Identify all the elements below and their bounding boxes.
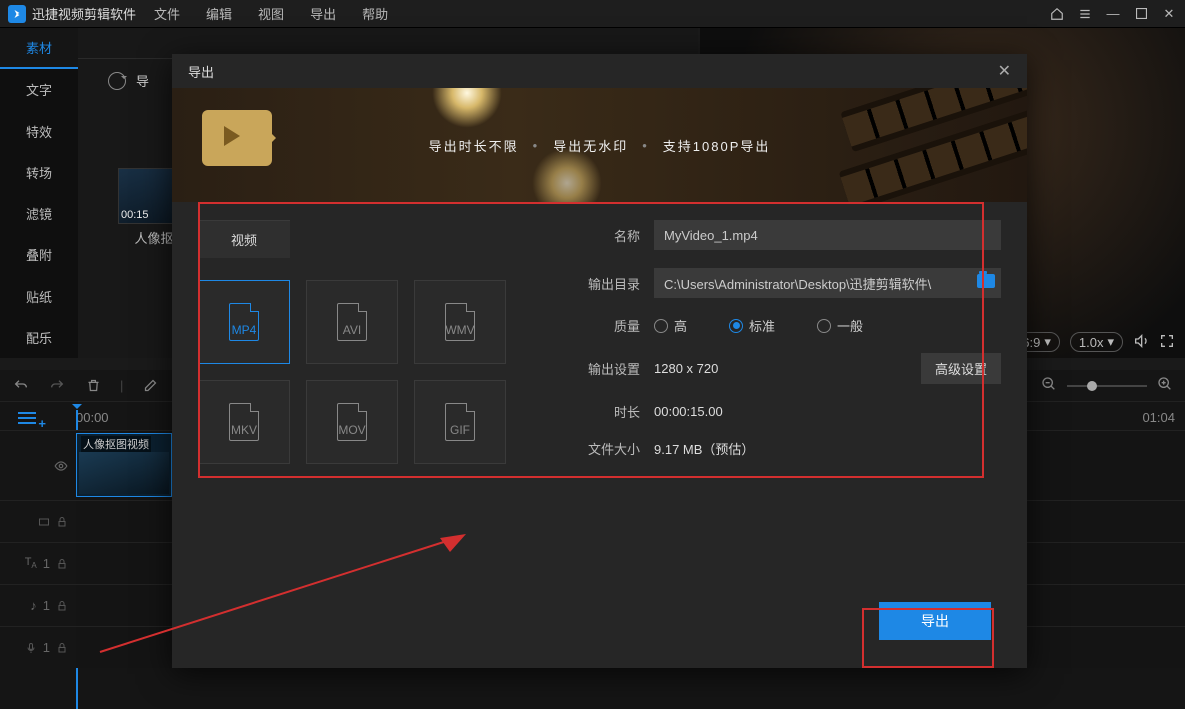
- format-grid: MP4 AVI WMV MKV MOV GIF: [198, 280, 528, 464]
- menu-view[interactable]: 视图: [258, 4, 284, 23]
- zoom-slider[interactable]: [1067, 385, 1147, 387]
- timeline-zoom: [1041, 376, 1173, 395]
- sidebar-tab-overlay[interactable]: 叠附: [0, 234, 78, 275]
- format-wmv[interactable]: WMV: [414, 280, 506, 364]
- label-outset: 输出设置: [584, 359, 640, 378]
- menu-edit[interactable]: 编辑: [206, 4, 232, 23]
- format-mkv[interactable]: MKV: [198, 380, 290, 464]
- filesize-value: 9.17 MB（预估）: [654, 439, 754, 458]
- quality-standard[interactable]: 标准: [729, 316, 775, 335]
- duration-value: 00:00:15.00: [654, 404, 723, 419]
- titlebar: 迅捷视频剪辑软件 文件 编辑 视图 导出 帮助 — ✕: [0, 0, 1185, 28]
- menu-help[interactable]: 帮助: [362, 4, 388, 23]
- app-name: 迅捷视频剪辑软件: [32, 4, 136, 23]
- label-name: 名称: [584, 226, 640, 245]
- lock-icon[interactable]: [56, 600, 68, 612]
- delete-icon[interactable]: [84, 377, 102, 395]
- app-logo: [8, 5, 26, 23]
- folder-icon[interactable]: [977, 274, 995, 288]
- window-controls: — ✕: [1049, 6, 1177, 22]
- sidebar: 素材 文字 特效 转场 滤镜 叠附 贴纸 配乐: [0, 28, 78, 358]
- export-button[interactable]: 导出: [879, 602, 991, 640]
- track-index: 1: [43, 640, 50, 655]
- format-mov[interactable]: MOV: [306, 380, 398, 464]
- filename-input[interactable]: MyVideo_1.mp4: [654, 220, 1001, 250]
- mic-icon: [25, 642, 37, 654]
- film-reel-icon: [837, 88, 1027, 202]
- lock-icon[interactable]: [56, 558, 68, 570]
- hamburger-icon[interactable]: [1077, 6, 1093, 22]
- label-outdir: 输出目录: [584, 274, 640, 293]
- fullscreen-icon[interactable]: [1159, 333, 1175, 352]
- eye-icon[interactable]: [54, 459, 68, 473]
- sidebar-tab-sticker[interactable]: 贴纸: [0, 276, 78, 317]
- sidebar-tab-media[interactable]: 素材: [0, 28, 78, 69]
- minimize-icon[interactable]: —: [1105, 6, 1121, 22]
- rect-icon: [38, 516, 50, 528]
- sidebar-tab-filter[interactable]: 滤镜: [0, 193, 78, 234]
- preview-controls: 6:9▾ 1.0x▾: [1013, 332, 1175, 352]
- export-banner: 导出时长不限• 导出无水印• 支持1080P导出: [172, 88, 1027, 202]
- sidebar-tab-text[interactable]: 文字: [0, 69, 78, 110]
- banner-text-3: 支持1080P导出: [663, 136, 771, 155]
- sidebar-tab-music[interactable]: 配乐: [0, 317, 78, 358]
- sidebar-tab-effects[interactable]: 特效: [0, 111, 78, 152]
- menu-file[interactable]: 文件: [154, 4, 180, 23]
- add-track-icon[interactable]: +: [18, 412, 36, 427]
- camera-icon: [202, 110, 272, 166]
- edit-icon[interactable]: [141, 377, 159, 395]
- sidebar-tab-transition[interactable]: 转场: [0, 152, 78, 193]
- redo-icon[interactable]: [48, 377, 66, 395]
- label-quality: 质量: [584, 316, 640, 335]
- zoom-in-icon[interactable]: [1157, 376, 1173, 395]
- label-duration: 时长: [584, 402, 640, 421]
- undo-icon[interactable]: [12, 377, 30, 395]
- dialog-title: 导出: [188, 62, 214, 81]
- refresh-icon[interactable]: [108, 72, 126, 90]
- track-index: 1: [43, 556, 50, 571]
- close-icon[interactable]: ✕: [1161, 6, 1177, 22]
- quality-high[interactable]: 高: [654, 316, 687, 335]
- dialog-close-icon[interactable]: ✕: [998, 61, 1011, 81]
- zoom-out-icon[interactable]: [1041, 376, 1057, 395]
- quality-normal[interactable]: 一般: [817, 316, 863, 335]
- advanced-button[interactable]: 高级设置: [921, 353, 1001, 384]
- tab-video[interactable]: 视频: [198, 220, 290, 258]
- outdir-input[interactable]: C:\Users\Administrator\Desktop\迅捷剪辑软件\: [654, 268, 1001, 298]
- clip-duration: 00:15: [121, 209, 149, 221]
- lock-icon[interactable]: [56, 516, 68, 528]
- timeline-clip-label: 人像抠图视频: [81, 436, 151, 452]
- timeline-clip[interactable]: 人像抠图视频: [76, 433, 172, 497]
- menu-export[interactable]: 导出: [310, 4, 336, 23]
- resolution-value: 1280 x 720: [654, 361, 718, 376]
- export-dialog: 导出 ✕ 导出时长不限• 导出无水印• 支持1080P导出 视频 MP4 AVI…: [172, 54, 1027, 668]
- lock-icon[interactable]: [56, 642, 68, 654]
- banner-text-1: 导出时长不限: [429, 136, 519, 155]
- menubar: 文件 编辑 视图 导出 帮助: [154, 4, 388, 23]
- format-gif[interactable]: GIF: [414, 380, 506, 464]
- ruler-mark: 01:04: [1142, 410, 1175, 424]
- track-index: 1: [43, 598, 50, 613]
- format-avi[interactable]: AVI: [306, 280, 398, 364]
- maximize-icon[interactable]: [1133, 6, 1149, 22]
- volume-icon[interactable]: [1133, 333, 1149, 352]
- speed-selector[interactable]: 1.0x▾: [1070, 332, 1123, 352]
- home-icon[interactable]: [1049, 6, 1065, 22]
- label-filesize: 文件大小: [584, 439, 640, 458]
- import-label: 导: [136, 71, 149, 90]
- format-mp4[interactable]: MP4: [198, 280, 290, 364]
